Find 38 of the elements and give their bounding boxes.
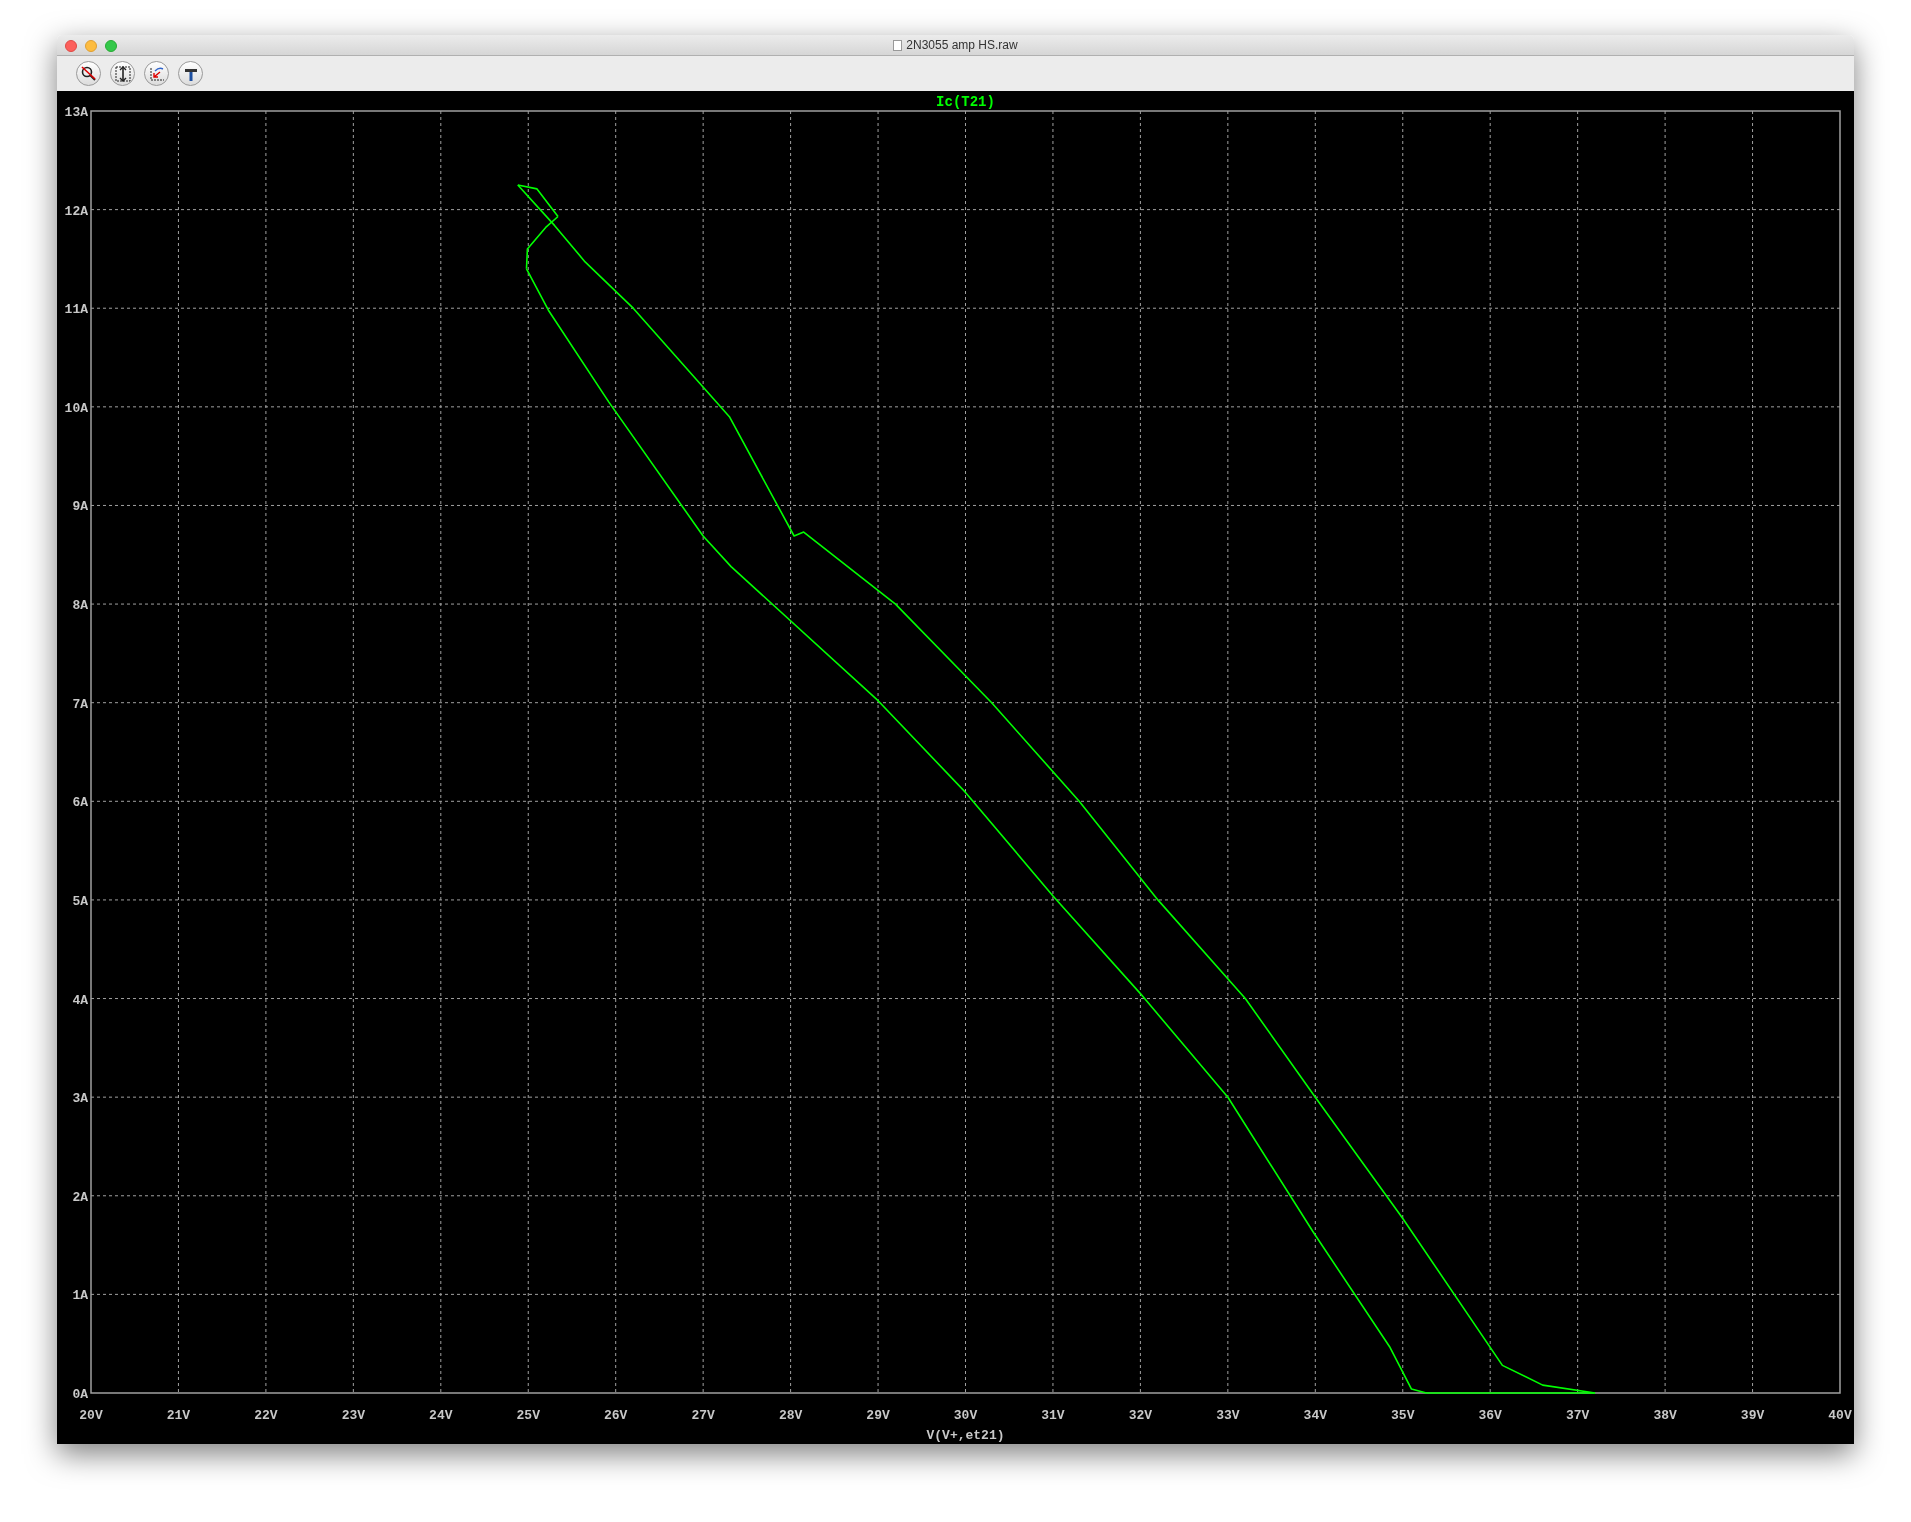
axis-tick-label: 29V [866, 1408, 890, 1423]
axis-tick-label: 39V [1740, 1408, 1765, 1423]
axis-tick-label: 7A [72, 696, 88, 712]
axis-tick-label: 9A [72, 499, 88, 515]
axis-tick-label: 4A [72, 992, 88, 1008]
axis-tick-label: 10A [64, 400, 88, 416]
axis-tick-label: 33V [1216, 1408, 1240, 1423]
axis-tick-label: 6A [72, 795, 88, 811]
axis-tick-label: 40V [1828, 1408, 1852, 1423]
axis-tick-label: 32V [1128, 1408, 1153, 1423]
axis-tick-label: 13A [64, 105, 88, 120]
axis-tick-label: 23V [341, 1408, 366, 1423]
axis-tick-label: 11A [64, 302, 88, 318]
axis-tick-label: 0A [72, 1387, 88, 1402]
axis-tick-label: 25V [516, 1408, 540, 1423]
axis-tick-label: 21V [166, 1408, 191, 1423]
axis-title: V(V+,et21) [926, 1428, 1005, 1443]
axis-tick-label: 36V [1478, 1408, 1502, 1423]
chart-title: Ic(T21) [936, 94, 995, 110]
axis-tick-label: 35V [1391, 1408, 1415, 1423]
axis-tick-label: 3A [72, 1091, 88, 1107]
axis-tick-label: 38V [1653, 1408, 1677, 1423]
axis-tick-label: 22V [254, 1408, 278, 1423]
axis-tick-label: 12A [64, 203, 88, 219]
axis-tick-label: 37V [1565, 1408, 1590, 1423]
axis-tick-label: 20V [79, 1408, 103, 1423]
axis-tick-label: 2A [72, 1189, 88, 1205]
axis-tick-label: 34V [1303, 1408, 1327, 1423]
axis-tick-label: 28V [778, 1408, 803, 1423]
axis-tick-label: 26V [604, 1408, 628, 1423]
axis-tick-label: 27V [691, 1408, 715, 1423]
axis-tick-label: 31V [1041, 1408, 1065, 1423]
window-title: 2N3055 amp HS.raw [906, 37, 1018, 54]
axis-tick-label: 5A [72, 893, 88, 909]
axis-tick-label: 30V [953, 1408, 978, 1423]
axis-tick-label: 1A [72, 1288, 88, 1304]
axis-tick-label: 24V [429, 1408, 453, 1423]
axis-tick-label: 8A [72, 598, 88, 614]
